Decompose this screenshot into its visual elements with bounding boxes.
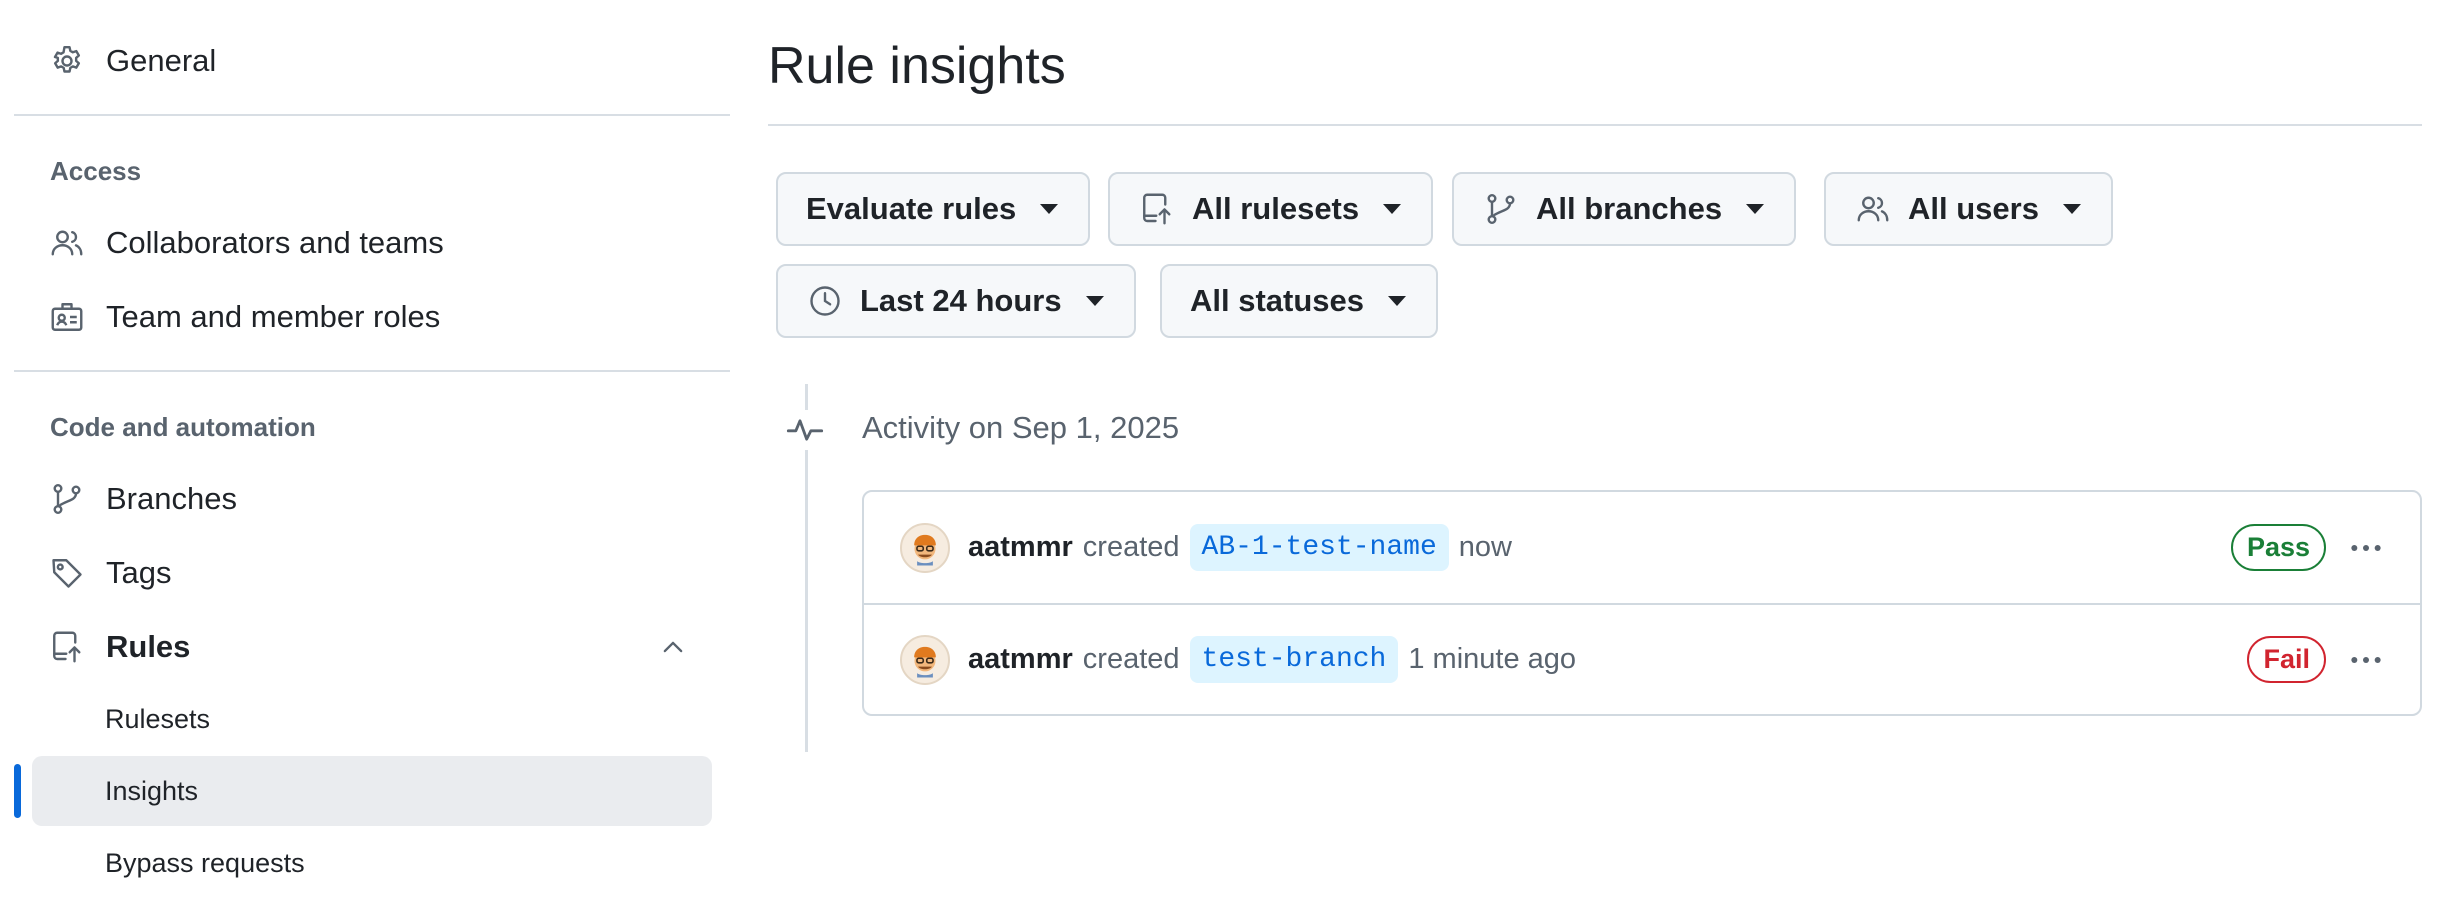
time-range-filter[interactable]: Last 24 hours [776,264,1136,338]
sidebar-subitem-insights[interactable]: Insights [32,756,712,826]
branches-filter[interactable]: All branches [1452,172,1797,246]
filter-label: All statuses [1190,283,1365,318]
avatar[interactable] [900,522,950,573]
status-badge-fail: Fail [2247,636,2326,683]
statuses-filter[interactable]: All statuses [1160,264,1439,338]
activity-verb: created [1082,531,1180,563]
title-divider [768,124,2422,126]
username-link[interactable]: aatmmr [968,531,1073,564]
sidebar-subitem-label: Rulesets [105,703,211,734]
filter-label: All rulesets [1192,191,1360,226]
activity-row: aatmmr created AB-1-test-name now Pass [864,492,2420,603]
repo-push-icon [48,628,86,666]
kebab-horizontal-icon[interactable] [2338,526,2394,570]
sidebar-divider [14,370,730,372]
sidebar-item-rules[interactable]: Rules [32,614,728,680]
page-title: Rule insights [768,37,1066,95]
sidebar-item-label: General [106,43,217,78]
activity-row: aatmmr created test-branch 1 minute ago … [864,603,2420,714]
filter-label: Evaluate rules [806,191,1017,226]
id-badge-icon [48,298,86,336]
repo-push-icon [1138,190,1176,228]
sidebar-item-branches[interactable]: Branches [32,466,728,532]
sidebar-item-label: Rules [106,629,191,664]
main-content: Rule insights Evaluate rules All ruleset… [768,0,2422,900]
sidebar-item-member-roles[interactable]: Team and member roles [32,284,728,350]
sidebar-item-collaborators[interactable]: Collaborators and teams [32,210,728,276]
git-branch-icon [1482,190,1520,228]
chevron-up-icon[interactable] [658,632,688,662]
caret-down-icon [1383,204,1402,214]
branch-name-link[interactable]: AB-1-test-name [1189,524,1449,571]
caret-down-icon [1388,296,1407,306]
caret-down-icon [1040,204,1059,214]
people-icon [1854,190,1892,228]
git-branch-icon [48,480,86,518]
pulse-icon [782,410,828,450]
relative-time: 1 minute ago [1408,643,1577,675]
tag-icon [48,554,86,592]
filter-label: All users [1908,191,2039,226]
sidebar-item-label: Team and member roles [106,299,441,334]
activity-date-heading: Activity on Sep 1, 2025 [862,410,1180,445]
section-heading-access: Access [50,156,142,186]
sidebar-item-label: Tags [106,555,172,590]
caret-down-icon [1085,296,1104,306]
sidebar-item-label: Collaborators and teams [106,225,444,260]
gear-icon [48,42,86,80]
sidebar-divider [14,114,730,116]
sidebar-item-label: Branches [106,481,237,516]
caret-down-icon [1746,204,1765,214]
clock-icon [806,282,844,320]
sidebar-item-tags[interactable]: Tags [32,540,728,606]
caret-down-icon [2062,204,2081,214]
sidebar-subitem-label: Bypass requests [105,847,305,878]
branch-name-link[interactable]: test-branch [1189,636,1399,683]
active-indicator [14,764,21,818]
status-badge-pass: Pass [2230,524,2326,571]
section-heading-code-automation: Code and automation [50,412,316,442]
users-filter[interactable]: All users [1824,172,2113,246]
filter-label: Last 24 hours [860,283,1062,318]
sidebar-subitem-label: Insights [105,775,199,806]
avatar[interactable] [900,634,950,685]
activity-verb: created [1082,643,1180,675]
kebab-horizontal-icon[interactable] [2338,638,2394,682]
activity-list: aatmmr created AB-1-test-name now Pass a… [862,490,2422,716]
username-link[interactable]: aatmmr [968,643,1073,676]
people-icon [48,224,86,262]
relative-time: now [1458,531,1512,563]
sidebar-subitem-rulesets[interactable]: Rulesets [32,684,712,754]
rulesets-filter[interactable]: All rulesets [1108,172,1434,246]
evaluate-rules-filter[interactable]: Evaluate rules [776,172,1091,246]
sidebar-subitem-bypass-requests[interactable]: Bypass requests [32,828,712,898]
sidebar-item-general[interactable]: General [32,28,728,94]
settings-sidebar: General Access Collaborators and teams T… [0,0,740,900]
filter-label: All branches [1536,191,1723,226]
